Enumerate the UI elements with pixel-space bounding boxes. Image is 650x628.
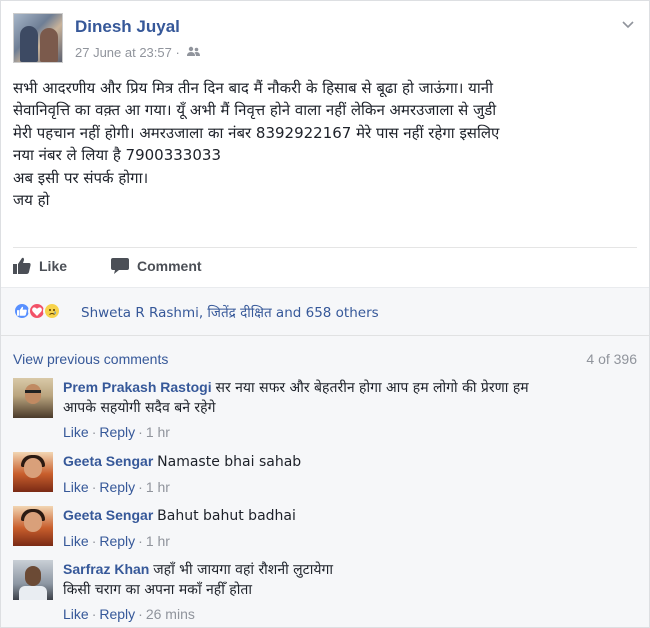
reaction-icons[interactable]: [13, 302, 61, 320]
avatar-person-right: [40, 28, 58, 62]
avatar-person-left: [20, 26, 38, 62]
link-separator: ·: [138, 479, 143, 495]
link-separator: ·: [91, 479, 97, 495]
post-header: Dinesh Juyal 27 June at 23:57 ·: [13, 13, 637, 69]
link-separator: ·: [138, 424, 143, 440]
comment-links: Like · Reply · 1 hr: [63, 424, 170, 440]
comment-item: Geeta Sengar Bahut bahut badhai Like · Rep…: [13, 506, 637, 552]
comment-like-link[interactable]: Like: [63, 606, 89, 622]
avatar-face: [24, 512, 42, 532]
reactions-bar: Shweta R Rashmi, जितेंद्र दीक्षित and 65…: [1, 287, 649, 335]
commenter-avatar[interactable]: [13, 560, 53, 600]
avatar-face: [25, 384, 41, 404]
meta-separator: ·: [175, 45, 180, 60]
comments-section: View previous comments 4 of 396 Prem Pra…: [1, 335, 649, 627]
avatar-face: [25, 566, 41, 586]
comment-text: सर नया सफर और बेहतरीन होगा आप हम लोगो की…: [215, 380, 529, 396]
post-meta: 27 June at 23:57 ·: [75, 45, 201, 60]
post-body-line: सभी आदरणीय और प्रिय मित्र तीन दिन बाद मै…: [13, 79, 493, 97]
link-separator: ·: [91, 424, 97, 440]
comment-time[interactable]: 1 hr: [146, 533, 170, 549]
author-name[interactable]: Dinesh Juyal: [75, 17, 180, 37]
post-body-line: जय हो: [13, 191, 50, 210]
comment-reply-link[interactable]: Reply: [99, 533, 135, 549]
comment-text: Namaste bhai sahab: [157, 454, 302, 470]
facebook-post: Dinesh Juyal 27 June at 23:57 · सभी आदरण…: [0, 0, 650, 628]
commenter-name[interactable]: Prem Prakash Rastogi: [63, 379, 212, 395]
comment-body: Prem Prakash Rastogi सर नया सफर और बेहतर…: [63, 378, 637, 418]
link-separator: ·: [138, 606, 143, 622]
avatar-face: [24, 458, 42, 478]
commenter-avatar[interactable]: [13, 506, 53, 546]
chevron-down-icon[interactable]: [621, 17, 635, 31]
post-actions: Like Comment: [13, 247, 637, 285]
avatar-shirt: [19, 586, 47, 600]
link-separator: ·: [91, 606, 97, 622]
comment-item: Prem Prakash Rastogi सर नया सफर और बेहतर…: [13, 378, 637, 440]
comment-reply-link[interactable]: Reply: [99, 424, 135, 440]
comment-time[interactable]: 1 hr: [146, 479, 170, 495]
comment-links: Like · Reply · 1 hr: [63, 533, 170, 549]
comment-item: Geeta Sengar Namaste bhai sahab Like · Rep…: [13, 452, 637, 498]
comment-like-link[interactable]: Like: [63, 424, 89, 440]
post-body-line: अब इसी पर संपर्क होगा।: [13, 168, 149, 187]
post-body: सभी आदरणीय और प्रिय मित्र तीन दिन बाद मै…: [13, 77, 639, 211]
comment-text: Bahut bahut badhai: [157, 508, 296, 524]
commenter-avatar[interactable]: [13, 452, 53, 492]
comment-like-link[interactable]: Like: [63, 479, 89, 495]
comment-time[interactable]: 26 mins: [146, 606, 195, 622]
post-timestamp[interactable]: 27 June at 23:57: [75, 45, 172, 60]
commenter-name[interactable]: Sarfraz Khan: [63, 561, 149, 577]
thumbs-up-icon: [13, 257, 31, 274]
comment-text: जहाँ भी जायगा वहां रौशनी लुटायेगा: [153, 562, 333, 578]
link-separator: ·: [138, 533, 143, 549]
comment-text: किसी चराग का अपना मकाँ नहीँ होता: [63, 582, 252, 598]
comment-body: Geeta Sengar Namaste bhai sahab: [63, 452, 637, 472]
comment-links: Like · Reply · 26 mins: [63, 606, 195, 622]
author-avatar[interactable]: [13, 13, 63, 63]
comment-item: Sarfraz Khan जहाँ भी जायगा वहां रौशनी लु…: [13, 560, 637, 624]
comment-body: Sarfraz Khan जहाँ भी जायगा वहां रौशनी लु…: [63, 560, 637, 600]
comment-reply-link[interactable]: Reply: [99, 479, 135, 495]
comment-time[interactable]: 1 hr: [146, 424, 170, 440]
comment-bubble-icon: [111, 257, 129, 274]
comment-text: आपके सहयोगी सदैव बने रहेगे: [63, 400, 216, 416]
avatar-glasses: [25, 390, 41, 393]
comment-count: 4 of 396: [586, 351, 637, 367]
commenter-avatar[interactable]: [13, 378, 53, 418]
comment-button[interactable]: Comment: [111, 257, 202, 274]
comment-links: Like · Reply · 1 hr: [63, 479, 170, 495]
like-label: Like: [39, 257, 68, 274]
like-button[interactable]: Like: [13, 257, 67, 274]
post-body-line: सेवानिवृत्ति का वक़्त आ गया। यूँ अभी मैं…: [13, 101, 497, 120]
post-body-line: नया नंबर ले लिया है 7900333033: [13, 146, 221, 165]
commenter-name[interactable]: Geeta Sengar: [63, 507, 153, 523]
view-previous-comments-link[interactable]: View previous comments: [13, 351, 168, 367]
comment-body: Geeta Sengar Bahut bahut badhai: [63, 506, 637, 526]
commenter-name[interactable]: Geeta Sengar: [63, 453, 153, 469]
link-separator: ·: [91, 533, 97, 549]
comment-reply-link[interactable]: Reply: [99, 606, 135, 622]
sad-reaction-icon: [43, 302, 61, 320]
comment-label: Comment: [137, 257, 202, 274]
friends-icon[interactable]: [187, 46, 201, 60]
post-body-line: मेरी पहचान नहीं होगी। अमरउजाला का नंबर 8…: [13, 123, 500, 142]
reactions-summary[interactable]: Shweta R Rashmi, जितेंद्र दीक्षित and 65…: [81, 303, 379, 321]
comment-like-link[interactable]: Like: [63, 533, 89, 549]
